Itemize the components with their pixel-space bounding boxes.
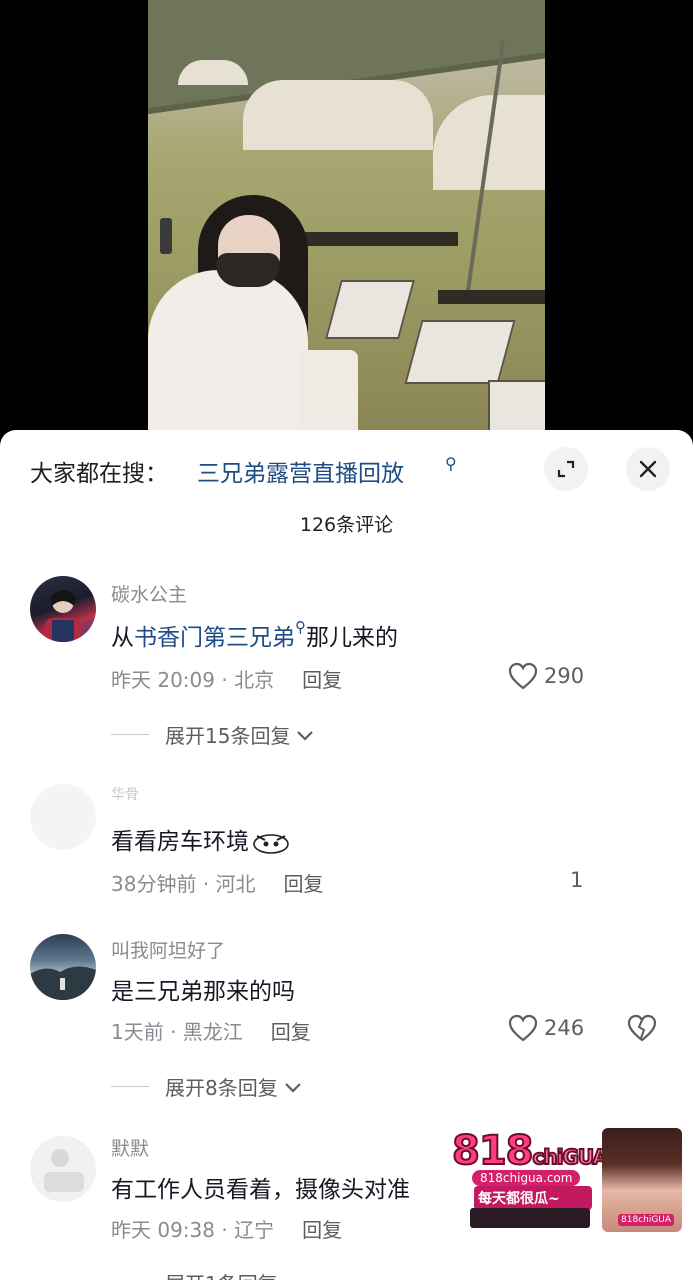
expand-button[interactable] — [544, 447, 588, 491]
like-button[interactable]: 1 — [570, 868, 583, 892]
comment-text-after: 那儿来的 — [306, 625, 398, 651]
video-bag — [298, 350, 358, 440]
comment-meta: 昨天 20:09 · 北京 回复 — [111, 664, 342, 693]
expand-replies-label: 展开1条回复 — [165, 1268, 278, 1280]
avatar[interactable] — [30, 576, 96, 642]
expand-replies[interactable]: 展开15条回复 — [111, 720, 316, 749]
search-suggestion[interactable]: 大家都在搜： 三兄弟露营直播回放 ⚲ — [0, 430, 693, 510]
expand-replies[interactable]: 展开8条回复 — [111, 1072, 304, 1101]
video-chair — [488, 380, 545, 434]
search-icon: ⚲ — [445, 454, 457, 473]
divider — [111, 734, 149, 735]
comment-text: 有工作人员看着，摄像头对准 — [111, 1177, 410, 1203]
avatar-image — [30, 966, 96, 1000]
close-button[interactable] — [626, 447, 670, 491]
video-person-mask — [216, 253, 280, 287]
sticker-icon — [253, 833, 289, 854]
avatar[interactable] — [30, 784, 96, 850]
video-frame[interactable] — [148, 0, 545, 440]
comment-text: 是三兄弟那来的吗 — [111, 979, 295, 1005]
avatar-image — [44, 1149, 84, 1192]
comment-username[interactable]: 华骨 — [111, 784, 139, 804]
expand-replies-label: 展开15条回复 — [165, 724, 291, 748]
comment-time-location: 昨天 20:09 · 北京 — [111, 668, 275, 692]
like-button[interactable]: 290 — [508, 662, 584, 690]
chevron-down-icon — [284, 1082, 301, 1093]
search-suggestion-term[interactable]: 三兄弟露营直播回放 — [197, 454, 404, 488]
search-icon: ⚲ — [295, 618, 306, 636]
comment-text-body: 看看房车环境 — [111, 829, 249, 855]
watermark-logo: 818chiGUA 818chigua.com 每天都很瓜~ 818chiGUA — [451, 1127, 682, 1234]
video-table — [438, 290, 545, 304]
reply-button[interactable]: 回复 — [284, 872, 324, 896]
watermark-logo-text: 818chiGUA — [451, 1127, 609, 1175]
comment-username[interactable]: 默默 — [111, 1134, 149, 1161]
comment-text-before: 从 — [111, 625, 134, 651]
like-count: 246 — [544, 1016, 585, 1040]
divider — [111, 1086, 149, 1087]
comment-time-location: 昨天 09:38 · 辽宁 — [111, 1218, 275, 1242]
comment-meta: 1天前 · 黑龙江 回复 — [111, 1016, 311, 1045]
comment-time-location: 1天前 · 黑龙江 — [111, 1020, 243, 1044]
broken-heart-icon — [627, 1014, 657, 1042]
watermark-strip — [470, 1208, 590, 1228]
video-tent — [178, 60, 248, 85]
heart-icon — [508, 662, 538, 690]
video-table — [288, 232, 458, 246]
chevron-down-icon — [297, 730, 314, 741]
watermark-logo-main: 818 — [451, 1127, 534, 1175]
close-icon — [639, 460, 657, 478]
like-button[interactable]: 246 — [508, 1014, 584, 1042]
expand-replies-label: 展开8条回复 — [165, 1076, 278, 1100]
avatar[interactable] — [30, 934, 96, 1000]
video-chair — [404, 320, 516, 384]
comment-search-link[interactable]: 书香门第三兄弟 — [134, 625, 295, 651]
comment-text: 看看房车环境 — [111, 822, 291, 856]
watermark-slogan: 每天都很瓜~ — [474, 1186, 592, 1210]
comment-meta: 38分钟前 · 河北 回复 — [111, 868, 324, 897]
watermark-logo-sub: chiGUA — [531, 1144, 608, 1170]
comment-meta: 昨天 09:38 · 辽宁 回复 — [111, 1214, 342, 1243]
expand-replies[interactable]: 展开1条回复 — [111, 1268, 278, 1280]
heart-icon — [508, 1014, 538, 1042]
reply-button[interactable]: 回复 — [271, 1020, 311, 1044]
comment-username[interactable]: 碳水公主 — [111, 580, 187, 607]
reply-button[interactable]: 回复 — [302, 668, 342, 692]
watermark-tag: 818chiGUA — [618, 1214, 675, 1226]
expand-icon — [557, 460, 575, 478]
watermark-url: 818chigua.com — [472, 1170, 581, 1186]
comment-username[interactable]: 叫我阿坦好了 — [111, 936, 225, 963]
comment-count: 126条评论 — [299, 514, 394, 536]
video-tent — [243, 80, 433, 150]
avatar-image — [44, 590, 82, 642]
video-phone — [160, 218, 172, 254]
like-count: 1 — [570, 868, 584, 892]
reply-button[interactable]: 回复 — [302, 1218, 342, 1242]
video-player[interactable] — [0, 0, 693, 440]
video-person — [148, 270, 308, 440]
avatar[interactable] — [30, 1136, 96, 1202]
like-count: 290 — [544, 664, 585, 688]
dislike-button[interactable] — [627, 1014, 657, 1046]
comment-time-location: 38分钟前 · 河北 — [111, 872, 256, 896]
comment-text: 从书香门第三兄弟⚲那儿来的 — [111, 618, 398, 652]
search-suggestion-prefix: 大家都在搜： — [30, 461, 168, 487]
video-chair — [325, 280, 415, 339]
